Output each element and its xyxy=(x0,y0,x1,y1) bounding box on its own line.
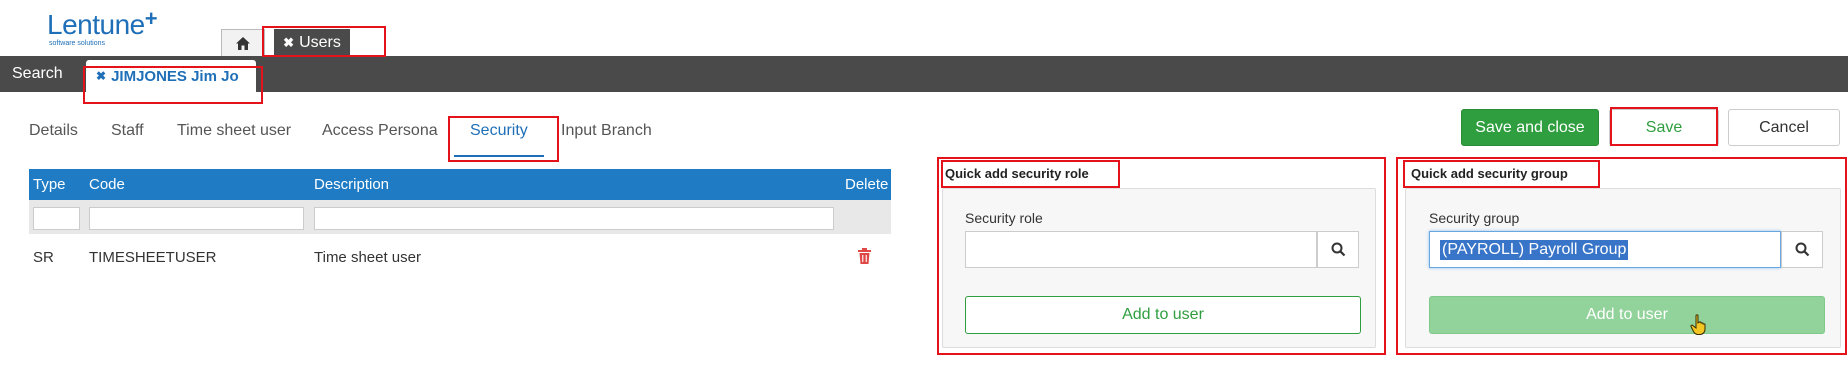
add-role-to-user-button[interactable]: Add to user xyxy=(965,296,1361,334)
cancel-button[interactable]: Cancel xyxy=(1728,109,1840,146)
logo-tagline: software solutions xyxy=(49,40,106,47)
security-grid: Type Code Description Delete SR TIMESHEE… xyxy=(29,169,891,280)
filter-type-input[interactable] xyxy=(33,207,80,230)
security-role-input[interactable] xyxy=(965,231,1317,268)
search-link[interactable]: Search xyxy=(12,65,63,83)
security-role-label: Security role xyxy=(965,210,1043,226)
quick-add-role-title: Quick add security role xyxy=(945,166,1089,181)
top-header: Lentune+ software solutions ✖ Users xyxy=(0,0,1848,56)
grid-header: Type Code Description Delete xyxy=(29,169,891,200)
security-group-lookup-button[interactable] xyxy=(1781,231,1823,268)
tab-access-persona[interactable]: Access Persona xyxy=(322,122,438,140)
col-delete: Delete xyxy=(845,176,889,193)
tab-user-record-label: JIMJONES Jim Jo xyxy=(111,67,239,85)
filter-code-input[interactable] xyxy=(89,207,304,230)
home-icon xyxy=(236,36,250,50)
tab-users[interactable]: ✖ Users xyxy=(274,29,350,56)
tab-user-record[interactable]: ✖ JIMJONES Jim Jo xyxy=(86,60,256,92)
security-group-input[interactable]: (PAYROLL) Payroll Group xyxy=(1429,231,1781,268)
search-icon xyxy=(1795,242,1809,257)
tab-staff[interactable]: Staff xyxy=(111,122,144,140)
quick-add-group-title: Quick add security group xyxy=(1411,166,1568,181)
filter-description-input[interactable] xyxy=(314,207,834,230)
col-code[interactable]: Code xyxy=(89,176,125,193)
cell-description: Time sheet user xyxy=(314,249,421,266)
col-description[interactable]: Description xyxy=(314,176,389,193)
close-icon[interactable]: ✖ xyxy=(96,69,106,83)
security-group-value: (PAYROLL) Payroll Group xyxy=(1440,239,1629,260)
tab-time-sheet-user[interactable]: Time sheet user xyxy=(177,122,291,140)
table-row[interactable]: SR TIMESHEETUSER Time sheet user xyxy=(29,234,891,280)
logo-name: Lentune xyxy=(47,9,145,40)
grid-filter-row xyxy=(29,200,891,234)
search-icon xyxy=(1331,242,1345,257)
trash-icon[interactable] xyxy=(857,247,872,265)
logo-plus: + xyxy=(144,6,158,31)
cell-type: SR xyxy=(33,249,54,266)
tab-security[interactable]: Security xyxy=(470,122,528,140)
col-type[interactable]: Type xyxy=(33,176,66,193)
tab-details[interactable]: Details xyxy=(29,122,78,140)
sub-header-bar: Search ✖ JIMJONES Jim Jo xyxy=(0,56,1848,92)
cell-code: TIMESHEETUSER xyxy=(89,249,217,266)
hand-cursor-icon xyxy=(1690,314,1706,335)
tab-input-branch[interactable]: Input Branch xyxy=(561,122,652,140)
add-group-to-user-button[interactable]: Add to user xyxy=(1429,296,1825,334)
security-role-lookup-button[interactable] xyxy=(1317,231,1359,268)
save-and-close-button[interactable]: Save and close xyxy=(1461,109,1599,146)
tab-users-label: Users xyxy=(299,33,341,51)
save-button[interactable]: Save xyxy=(1609,109,1719,146)
active-tab-indicator xyxy=(454,155,544,157)
security-group-label: Security group xyxy=(1429,210,1520,226)
home-tab[interactable] xyxy=(221,29,265,56)
quick-add-group-panel: Security group (PAYROLL) Payroll Group A… xyxy=(1405,188,1841,348)
lentune-logo[interactable]: Lentune+ software solutions xyxy=(47,6,158,48)
close-icon[interactable]: ✖ xyxy=(283,35,294,51)
quick-add-role-panel: Security role Add to user xyxy=(942,188,1376,348)
